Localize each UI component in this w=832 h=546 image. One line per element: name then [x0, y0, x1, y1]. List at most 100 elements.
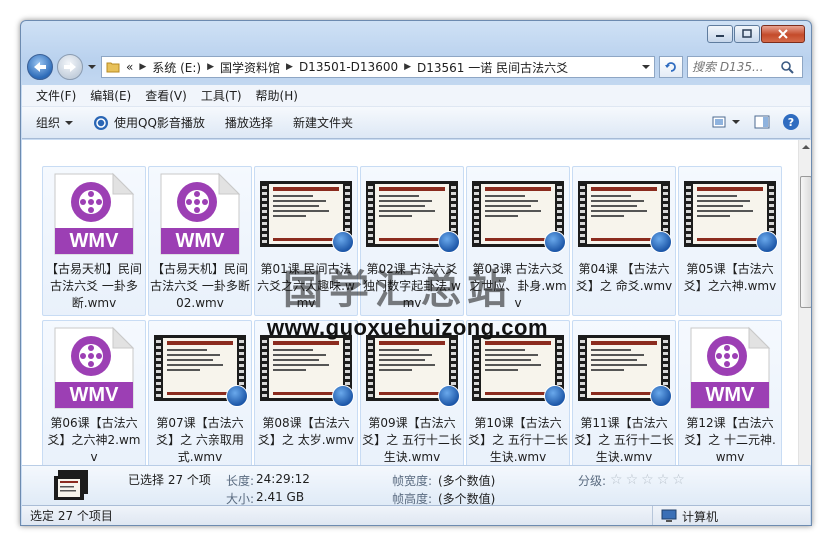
file-item[interactable]: 第05课【古法六爻】之六神.wmv: [678, 166, 782, 316]
menu-tools[interactable]: 工具(T): [201, 87, 242, 104]
play-selection-label: 播放选择: [224, 116, 273, 130]
breadcrumb-current[interactable]: D13561 一诺 民间古法六爻: [417, 59, 568, 76]
file-name: 第12课【古法六爻】之 十二元神.wmv: [684, 416, 776, 464]
rating-stars[interactable]: ☆ ☆ ☆ ☆ ☆: [610, 473, 685, 487]
close-button[interactable]: [761, 25, 805, 43]
computer-icon: [661, 509, 677, 522]
wmv-file-icon: WMV: [46, 325, 142, 411]
star-icon[interactable]: ☆: [610, 473, 623, 487]
minimize-button[interactable]: [707, 25, 733, 43]
minimize-icon: [716, 35, 724, 37]
video-thumbnail: [258, 171, 354, 257]
qq-player-badge-icon: [438, 385, 460, 407]
wmv-label: WMV: [705, 384, 755, 406]
qq-player-badge-icon: [650, 231, 672, 253]
qq-player-badge-icon: [332, 385, 354, 407]
video-thumbnail: [576, 171, 672, 257]
file-item[interactable]: 第09课【古法六爻】之 五行十二长生诀.wmv: [360, 320, 464, 465]
multiple-videos-icon: [54, 470, 88, 500]
change-view-icon[interactable]: [712, 114, 742, 130]
caption-buttons: [707, 25, 805, 43]
video-thumbnail: [470, 171, 566, 257]
refresh-button[interactable]: [659, 56, 683, 78]
star-icon[interactable]: ☆: [672, 473, 685, 487]
refresh-icon: [665, 62, 676, 72]
file-name: 【古易天机】民间古法六爻 一卦多断02.wmv: [150, 262, 250, 310]
address-row: « ▶ 系统 (E:) ▶ 国学资料馆 ▶ D13501-D13600 ▶ D1…: [27, 53, 803, 81]
breadcrumb-separator-icon[interactable]: ▶: [207, 62, 214, 72]
star-icon[interactable]: ☆: [626, 473, 639, 487]
address-bar[interactable]: « ▶ 系统 (E:) ▶ 国学资料馆 ▶ D13501-D13600 ▶ D1…: [101, 56, 655, 78]
length-label: 长度:: [226, 474, 255, 488]
star-icon[interactable]: ☆: [657, 473, 670, 487]
forward-button[interactable]: [57, 54, 83, 80]
breadcrumb-separator-icon[interactable]: ▶: [139, 62, 146, 72]
film-strip-icon: [260, 181, 354, 253]
file-item[interactable]: 第08课【古法六爻】之 太岁.wmv: [254, 320, 358, 465]
file-list-view[interactable]: WMV 【古易天机】民间古法六爻 一卦多断.wmv WMV 【古易天机】民间古法六爻 …: [22, 140, 798, 465]
film-strip-icon: [154, 335, 248, 407]
qq-player-badge-icon: [650, 385, 672, 407]
film-strip-icon: [684, 181, 778, 253]
search-input[interactable]: [692, 60, 780, 74]
play-selection-button[interactable]: 播放选择: [225, 114, 273, 131]
video-thumbnail: [682, 171, 778, 257]
status-location-label: 计算机: [682, 509, 719, 524]
address-history-icon[interactable]: [642, 64, 650, 70]
scroll-up-button[interactable]: [799, 140, 811, 154]
film-strip-icon: [472, 335, 566, 407]
breadcrumb-overflow[interactable]: «: [126, 60, 133, 74]
film-strip-icon: [472, 181, 566, 253]
file-item[interactable]: WMV 第06课【古法六爻】之六神2.wmv: [42, 320, 146, 465]
file-item[interactable]: 第03课 古法六爻之世应、卦身.wmv: [466, 166, 570, 316]
file-name: 第11课【古法六爻】之 五行十二长生诀.wmv: [574, 416, 674, 464]
vertical-scrollbar[interactable]: [798, 140, 811, 465]
file-item[interactable]: 第11课【古法六爻】之 五行十二长生诀.wmv: [572, 320, 676, 465]
menu-view[interactable]: 查看(V): [145, 87, 187, 104]
file-item[interactable]: 第10课【古法六爻】之 五行十二长生诀.wmv: [466, 320, 570, 465]
file-name: 第08课【古法六爻】之 太岁.wmv: [257, 416, 355, 447]
search-icon[interactable]: [780, 60, 794, 74]
file-item[interactable]: WMV 【古易天机】民间古法六爻 一卦多断.wmv: [42, 166, 146, 316]
qq-player-badge-icon: [332, 231, 354, 253]
qq-player-badge-icon: [544, 231, 566, 253]
file-item[interactable]: 第04课 【古法六爻】之 命爻.wmv: [572, 166, 676, 316]
video-thumbnail: [258, 325, 354, 411]
menu-help[interactable]: 帮助(H): [256, 87, 298, 104]
file-item[interactable]: WMV 【古易天机】民间古法六爻 一卦多断02.wmv: [148, 166, 252, 316]
preview-pane-icon[interactable]: [754, 114, 770, 130]
file-name: 第01课 民间古法六爻之六大趣味.wmv: [257, 262, 355, 310]
breadcrumb-separator-icon[interactable]: ▶: [404, 62, 411, 72]
star-icon[interactable]: ☆: [641, 473, 654, 487]
maximize-button[interactable]: [734, 25, 760, 43]
breadcrumb-drive[interactable]: 系统 (E:): [152, 59, 201, 76]
breadcrumb-separator-icon[interactable]: ▶: [286, 62, 293, 72]
video-thumbnail: [364, 325, 460, 411]
play-with-qq-button[interactable]: 使用QQ影音播放: [93, 114, 205, 131]
back-button[interactable]: [27, 54, 53, 80]
status-bar: 选定 27 个项目 计算机: [22, 505, 810, 525]
new-folder-button[interactable]: 新建文件夹: [293, 114, 353, 131]
film-strip-icon: [366, 181, 460, 253]
scrollbar-thumb[interactable]: [800, 176, 811, 308]
file-item[interactable]: WMV 第12课【古法六爻】之 十二元神.wmv: [678, 320, 782, 465]
wmv-label: WMV: [69, 384, 119, 406]
video-thumbnail: [364, 171, 460, 257]
menu-edit[interactable]: 编辑(E): [90, 87, 131, 104]
view-controls: ?: [712, 113, 800, 131]
organize-button[interactable]: 组织: [36, 114, 74, 131]
file-item[interactable]: 第07课【古法六爻】之 六亲取用式.wmv: [148, 320, 252, 465]
help-icon[interactable]: ?: [782, 113, 800, 131]
recent-pages-dropdown[interactable]: [87, 64, 97, 70]
menu-file[interactable]: 文件(F): [36, 87, 76, 104]
play-with-qq-label: 使用QQ影音播放: [114, 116, 205, 130]
breadcrumb-folder[interactable]: D13501-D13600: [299, 60, 398, 74]
menu-bar: 文件(F) 编辑(E) 查看(V) 工具(T) 帮助(H): [22, 85, 810, 107]
file-item[interactable]: 第02课 古法六爻独门数字起卦法.wmv: [360, 166, 464, 316]
back-arrow-icon: [34, 62, 46, 72]
file-item[interactable]: 第01课 民间古法六爻之六大趣味.wmv: [254, 166, 358, 316]
qq-player-badge-icon: [226, 385, 248, 407]
breadcrumb-folder[interactable]: 国学资料馆: [220, 59, 280, 76]
search-box[interactable]: [687, 56, 803, 78]
chevron-down-icon: [65, 120, 74, 125]
